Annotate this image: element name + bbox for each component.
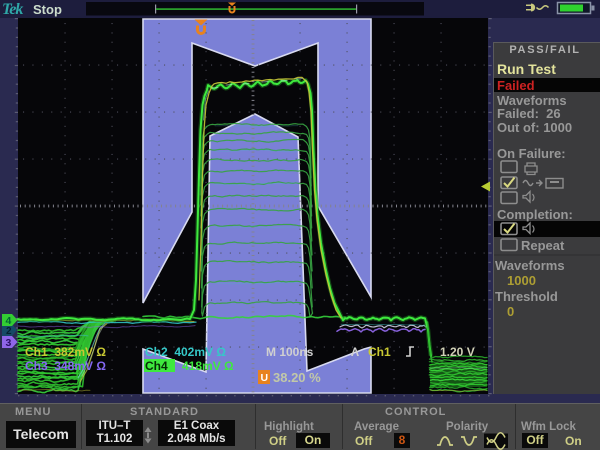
svg-text:2: 2 xyxy=(6,326,12,337)
svg-text:4: 4 xyxy=(6,315,12,327)
svg-text:3: 3 xyxy=(6,337,12,349)
